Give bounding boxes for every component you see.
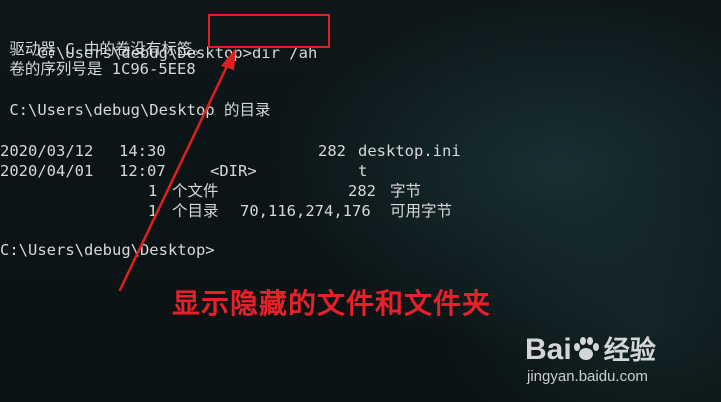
baidu-jingyan-watermark: Bai 经验 jingyan.baidu.com: [525, 324, 705, 394]
annotation-caption: 显示隐藏的文件和文件夹: [172, 287, 492, 320]
paw-icon: [573, 337, 599, 360]
watermark-brand-text: Bai: [525, 333, 572, 366]
watermark-brand: Bai 经验: [525, 330, 656, 367]
watermark-brand-suffix: 经验: [603, 335, 656, 365]
watermark-url: jingyan.baidu.com: [527, 368, 648, 385]
